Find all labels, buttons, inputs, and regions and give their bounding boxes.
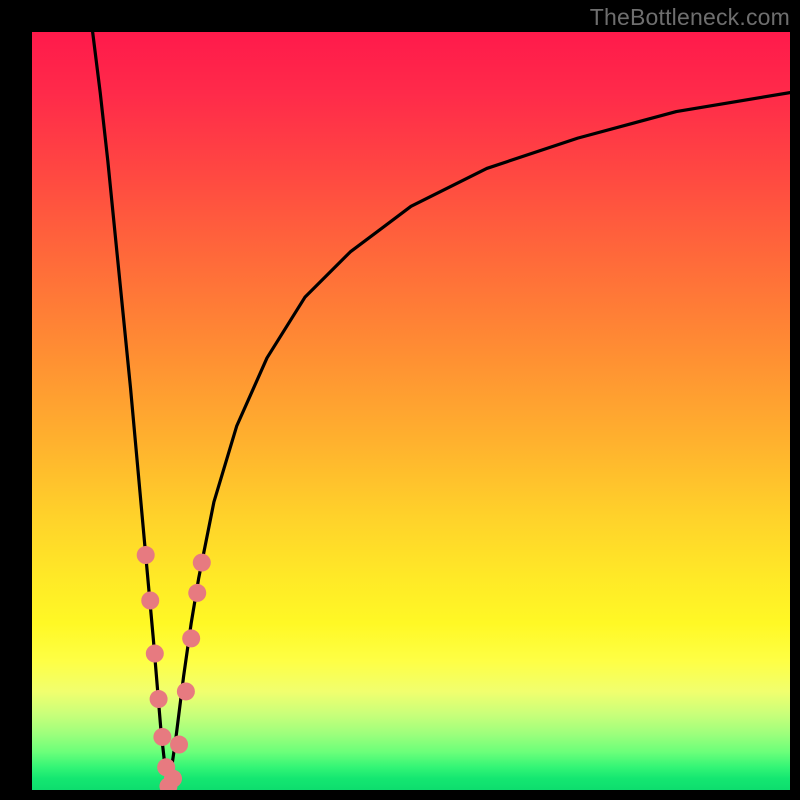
marker-point [170, 736, 188, 754]
marker-point [141, 592, 159, 610]
marker-point [150, 690, 168, 708]
curve-layer [32, 32, 790, 790]
marker-point [193, 554, 211, 572]
plot-area [32, 32, 790, 790]
curve-left-branch [93, 32, 169, 790]
marker-point [137, 546, 155, 564]
curve-right-branch [168, 93, 790, 790]
marker-point [177, 682, 195, 700]
marker-point [182, 629, 200, 647]
marker-point [164, 770, 182, 788]
chart-frame: TheBottleneck.com [0, 0, 800, 800]
marker-point [188, 584, 206, 602]
marker-point [146, 645, 164, 663]
watermark-text: TheBottleneck.com [590, 6, 790, 29]
marker-point [153, 728, 171, 746]
